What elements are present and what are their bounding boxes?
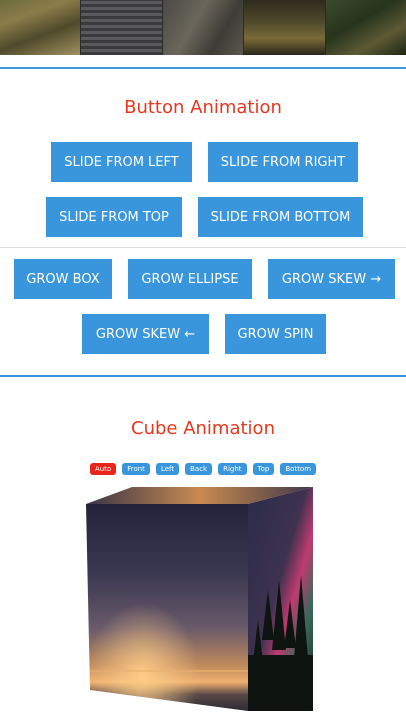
cube-controls: Auto Front Left Back Right Top Bottom <box>0 463 406 475</box>
water-photo[interactable] <box>244 0 326 55</box>
grow-skew-left-button[interactable]: GROW SKEW ← <box>82 314 209 354</box>
forest-photo[interactable] <box>325 0 406 55</box>
group-divider <box>0 247 406 248</box>
cube-control-left[interactable]: Left <box>155 463 180 475</box>
grow-spin-button[interactable]: GROW SPIN <box>225 314 326 354</box>
photo-strip <box>0 0 406 55</box>
slide-from-top-button[interactable]: SLIDE FROM TOP <box>46 197 182 237</box>
cube-control-front[interactable]: Front <box>122 463 150 475</box>
cube[interactable] <box>0 480 406 721</box>
stone-photo[interactable] <box>162 0 245 55</box>
cube-viewport <box>0 480 406 721</box>
grow-skew-right-button[interactable]: GROW SKEW → <box>268 259 395 299</box>
button-animation-title: Button Animation <box>124 97 282 118</box>
cube-control-bottom[interactable]: Bottom <box>280 463 317 475</box>
cube-animation-title: Cube Animation <box>131 418 275 439</box>
slide-from-right-button[interactable]: SLIDE FROM RIGHT <box>208 142 358 182</box>
roof-tiles-photo[interactable] <box>81 0 163 55</box>
grow-box-button[interactable]: GROW BOX <box>14 259 112 299</box>
section-divider-2 <box>0 375 406 377</box>
cube-control-right[interactable]: Right <box>218 463 247 475</box>
slide-from-bottom-button[interactable]: SLIDE FROM BOTTOM <box>198 197 363 237</box>
cube-control-auto[interactable]: Auto <box>89 463 117 475</box>
grow-ellipse-button[interactable]: GROW ELLIPSE <box>128 259 252 299</box>
cube-control-top[interactable]: Top <box>252 463 275 475</box>
section-divider <box>0 67 406 69</box>
cube-control-back[interactable]: Back <box>185 463 213 475</box>
grass-photo[interactable] <box>0 0 82 55</box>
slide-from-left-button[interactable]: SLIDE FROM LEFT <box>51 142 192 182</box>
